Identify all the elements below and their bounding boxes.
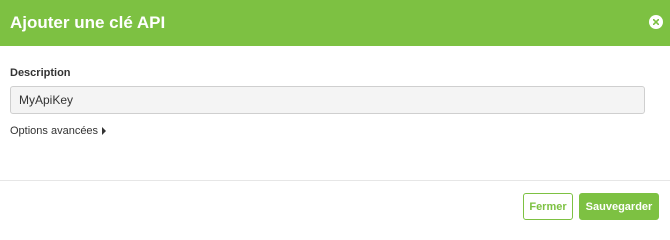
description-input[interactable] [10, 86, 645, 114]
dialog-body: Description Options avancées [0, 46, 670, 180]
dialog-title: Ajouter une clé API [10, 13, 166, 32]
caret-right-icon [102, 127, 107, 135]
description-label: Description [10, 67, 71, 79]
save-button[interactable]: Sauvegarder [579, 193, 659, 220]
advanced-options-toggle[interactable]: Options avancées [10, 124, 107, 138]
footer-divider [0, 180, 670, 181]
close-icon [653, 19, 659, 25]
close-button[interactable]: Fermer [523, 193, 573, 220]
close-dialog-button[interactable] [649, 15, 663, 29]
dialog-header: Ajouter une clé API [0, 0, 670, 46]
add-api-key-dialog: Ajouter une clé API Description Options … [0, 0, 670, 227]
advanced-options-label: Options avancées [10, 125, 99, 137]
